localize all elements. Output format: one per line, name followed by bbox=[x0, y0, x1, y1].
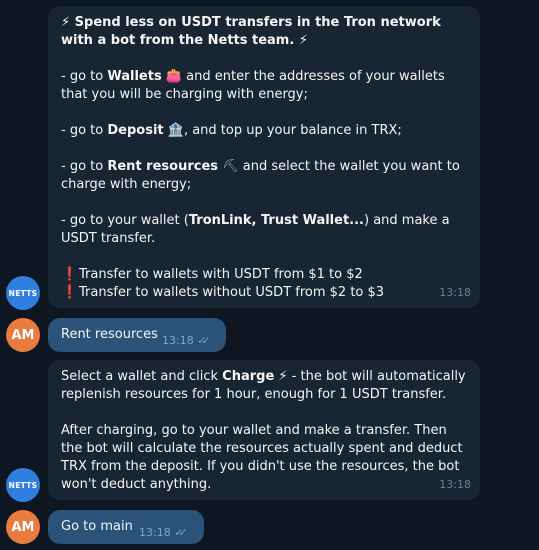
instruction-wallets: - go to Wallets 👛 and enter the addresse… bbox=[61, 69, 445, 102]
wallets-link[interactable]: Wallets bbox=[107, 69, 161, 84]
pricing-list: ❗Transfer to wallets with USDT from $1 t… bbox=[61, 266, 466, 302]
lightning-icon: ⚡ bbox=[294, 33, 308, 48]
read-ticks-icon: ✓✓ bbox=[197, 334, 211, 347]
warning-icon: ❗ bbox=[61, 267, 79, 282]
message-text: Go to main bbox=[61, 519, 133, 534]
charge-link[interactable]: Charge bbox=[222, 369, 274, 384]
bot-message-charge: Select a wallet and click Charge ⚡ - the… bbox=[48, 360, 480, 500]
price-line-2: Transfer to wallets without USDT from $2… bbox=[79, 285, 385, 300]
lightning-icon: ⚡ bbox=[278, 369, 288, 384]
user-avatar[interactable]: AM bbox=[6, 318, 40, 352]
charge-details: After charging, go to your wallet and ma… bbox=[61, 423, 463, 492]
price-line-1: Transfer to wallets with USDT from $1 to… bbox=[79, 267, 363, 282]
instruction-deposit: - go to Deposit 🏦, and top up your balan… bbox=[61, 123, 402, 138]
bank-icon: 🏦 bbox=[167, 123, 184, 138]
user-message-go-to-main: Go to main 13:18 ✓✓ bbox=[48, 510, 204, 544]
message-time: 13:18 bbox=[439, 478, 471, 491]
bot-avatar[interactable]: NETTS bbox=[6, 276, 40, 310]
user-avatar[interactable]: AM bbox=[6, 510, 40, 544]
user-message-rent-resources: Rent resources 13:18 ✓✓ bbox=[48, 318, 226, 352]
lightning-icon: ⚡ bbox=[61, 15, 75, 30]
warning-icon: ❗ bbox=[61, 285, 79, 300]
message-time: 13:18 bbox=[439, 286, 471, 299]
message-text: Rent resources bbox=[61, 327, 158, 342]
deposit-link[interactable]: Deposit bbox=[107, 123, 163, 138]
message-title: ⚡ Spend less on USDT transfers in the Tr… bbox=[61, 15, 441, 48]
message-time: 13:18 ✓✓ bbox=[139, 526, 188, 539]
charge-instructions: Select a wallet and click Charge ⚡ - the… bbox=[61, 369, 466, 402]
instruction-transfer: - go to your wallet (TronLink, Trust Wal… bbox=[61, 213, 450, 246]
rent-resources-link[interactable]: Rent resources bbox=[107, 159, 218, 174]
purse-icon: 👛 bbox=[165, 69, 183, 84]
instruction-rent: - go to Rent resources ⛏ and select the … bbox=[61, 159, 460, 192]
pick-icon: ⛏ bbox=[222, 159, 239, 174]
message-time: 13:18 ✓✓ bbox=[162, 334, 211, 347]
bot-avatar[interactable]: NETTS bbox=[6, 468, 40, 502]
read-ticks-icon: ✓✓ bbox=[174, 526, 188, 539]
bot-message-instructions: ⚡ Spend less on USDT transfers in the Tr… bbox=[48, 6, 480, 308]
